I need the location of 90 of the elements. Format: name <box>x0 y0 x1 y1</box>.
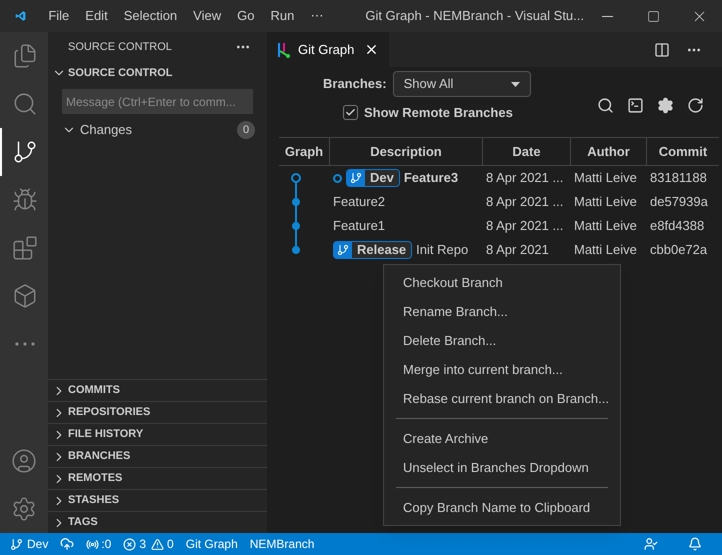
commit-date: 8 Apr 2021 ... <box>485 217 564 236</box>
box-icon <box>12 283 38 309</box>
menu-item[interactable]: Delete Branch... <box>384 326 620 355</box>
more-icon <box>15 342 35 346</box>
count-badge: 0 <box>237 121 255 139</box>
panel-header[interactable]: STASHES <box>48 489 267 511</box>
column-header[interactable]: Author <box>570 138 646 165</box>
panel-header[interactable]: COMMITS <box>48 379 267 401</box>
check-icon <box>345 107 356 118</box>
files-icon <box>12 43 38 69</box>
remote-checkbox[interactable] <box>343 105 358 120</box>
status-item[interactable]: Git Graph <box>186 535 238 553</box>
account-icon[interactable] <box>11 448 37 474</box>
commit-description: Feature1 <box>333 217 386 236</box>
column-header[interactable]: Commit <box>646 138 719 165</box>
commit-author: Matti Leive <box>573 193 638 212</box>
search-icon[interactable] <box>597 96 614 114</box>
remote-label: Show Remote Branches <box>364 104 513 122</box>
section-header[interactable]: SOURCE CONTROL <box>48 62 267 84</box>
panel-header[interactable]: BRANCHES <box>48 445 267 467</box>
menu-item[interactable]: Rebase current branch on Branch... <box>384 384 620 413</box>
feedback-icon[interactable] <box>644 537 658 551</box>
commit-author: Matti Leive <box>573 217 638 236</box>
caret-icon <box>510 82 520 86</box>
bell-icon[interactable] <box>688 537 702 551</box>
menu-item[interactable]: Checkout Branch <box>384 268 620 297</box>
changes-row[interactable]: Changes <box>62 120 132 140</box>
commit-description: Feature3 <box>404 169 458 188</box>
blocks-icon <box>12 235 38 261</box>
cloud-upload-icon[interactable] <box>60 537 74 551</box>
commit-hash: 83181188 <box>649 169 707 188</box>
graph-icon <box>277 42 290 58</box>
branch-status[interactable]: Dev <box>10 535 48 553</box>
commit-date: 8 Apr 2021 ... <box>485 193 564 212</box>
menu-item[interactable]: Go <box>229 6 262 26</box>
commit-hash: cbb0e72a <box>649 241 708 260</box>
menu-item[interactable]: ⋯ <box>302 6 332 26</box>
menu-item[interactable]: Copy Branch Name to Clipboard <box>384 493 620 522</box>
commit-row[interactable]: Dev Feature3 8 Apr 2021 ... Matti Leive 83181188 <box>329 166 719 190</box>
message-field[interactable]: Message (Ctrl+Enter to comm... <box>62 89 253 114</box>
commit-description: Feature2 <box>333 193 386 212</box>
menu-item[interactable]: Edit <box>77 6 116 26</box>
window-title: Git Graph - NEMBranch - Visual Stu... <box>365 7 584 26</box>
problems-status[interactable]: 3 0 <box>123 535 174 553</box>
branch-icon <box>12 139 38 165</box>
branch-icon <box>350 172 362 184</box>
menu-item[interactable]: Run <box>262 6 302 26</box>
branches-label: Branches: <box>323 75 387 94</box>
commit-hash: de57939a <box>649 193 708 212</box>
commit-row[interactable]: Feature1 8 Apr 2021 ... Matti Leive e8fd4388 <box>329 214 719 238</box>
branch-tag[interactable]: Dev <box>346 169 400 187</box>
branch-icon <box>337 244 349 256</box>
broadcast-icon <box>86 538 100 550</box>
branches-dropdown[interactable]: Show All <box>392 71 531 97</box>
branch-icon <box>10 538 23 550</box>
menu-item[interactable]: Create Archive <box>384 424 620 453</box>
menu-item[interactable]: View <box>185 6 230 26</box>
panel-header[interactable]: REPOSITORIES <box>48 401 267 423</box>
maximize-icon <box>646 10 660 22</box>
search-icon <box>12 91 38 117</box>
refresh-icon[interactable] <box>687 96 704 114</box>
status-item[interactable]: NEMBranch <box>250 535 314 553</box>
panel-header[interactable]: REMOTES <box>48 467 267 489</box>
commit-author: Matti Leive <box>573 241 638 260</box>
column-header[interactable]: Graph <box>279 138 329 165</box>
sidebar-title: SOURCE CONTROL <box>68 40 172 55</box>
column-header[interactable]: Date <box>482 138 570 165</box>
warning-icon <box>151 538 164 550</box>
column-header[interactable]: Description <box>329 138 482 165</box>
branch-tag[interactable]: Release <box>333 241 412 259</box>
menu-item[interactable]: Rename Branch... <box>384 297 620 326</box>
menu-item[interactable]: Unselect in Branches Dropdown <box>384 453 620 482</box>
editor-tab[interactable]: Git Graph <box>267 32 390 67</box>
settings-icon[interactable] <box>657 96 674 114</box>
terminal-icon[interactable] <box>627 96 644 114</box>
live-status[interactable]: :0 <box>86 535 112 553</box>
error-icon <box>123 538 136 550</box>
panel-header[interactable]: FILE HISTORY <box>48 423 267 445</box>
split-icon[interactable] <box>654 42 670 58</box>
menu-item[interactable]: File <box>40 6 78 26</box>
commit-hash: e8fd4388 <box>649 217 704 236</box>
menu-item[interactable]: Selection <box>116 6 186 26</box>
commit-author: Matti Leive <box>573 169 638 188</box>
commit-row[interactable]: Release Init Repo 8 Apr 2021 Matti Leive cbb0e72a <box>329 238 719 262</box>
menu-item[interactable]: Merge into current branch... <box>384 355 620 384</box>
commit-date: 8 Apr 2021 ... <box>485 169 564 188</box>
commit-description: Init Repo <box>416 241 468 260</box>
bug-icon <box>12 187 38 213</box>
commit-row[interactable]: Feature2 8 Apr 2021 ... Matti Leive de57939a <box>329 190 719 214</box>
commit-date: 8 Apr 2021 <box>485 241 550 260</box>
